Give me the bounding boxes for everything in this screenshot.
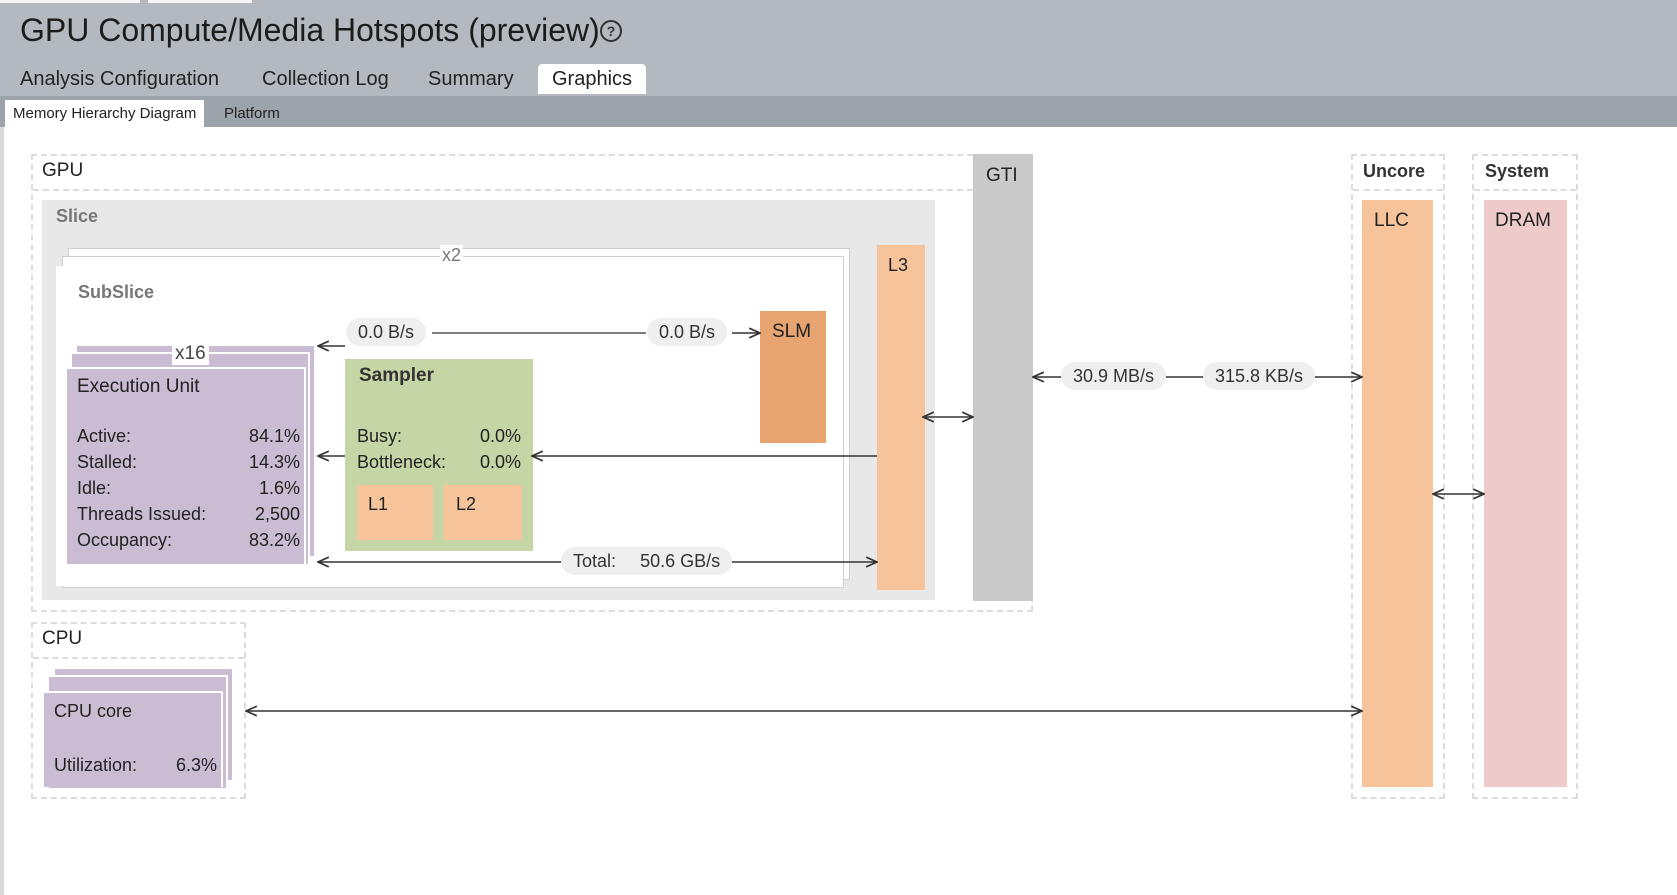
total-bandwidth: Total: 50.6 GB/s bbox=[561, 547, 733, 575]
total-bandwidth-value: 50.6 GB/s bbox=[640, 551, 721, 571]
memory-hierarchy-diagram: GPU Slice x2 SubSlice x16 Execution Unit… bbox=[0, 0, 1677, 895]
gti-write-bandwidth: 315.8 KB/s bbox=[1203, 362, 1316, 390]
total-bandwidth-label: Total: bbox=[573, 551, 617, 571]
slm-write-bandwidth: 0.0 B/s bbox=[647, 318, 728, 346]
slm-read-bandwidth: 0.0 B/s bbox=[346, 318, 427, 346]
connector-layer bbox=[0, 0, 1677, 895]
gti-read-bandwidth: 30.9 MB/s bbox=[1061, 362, 1167, 390]
